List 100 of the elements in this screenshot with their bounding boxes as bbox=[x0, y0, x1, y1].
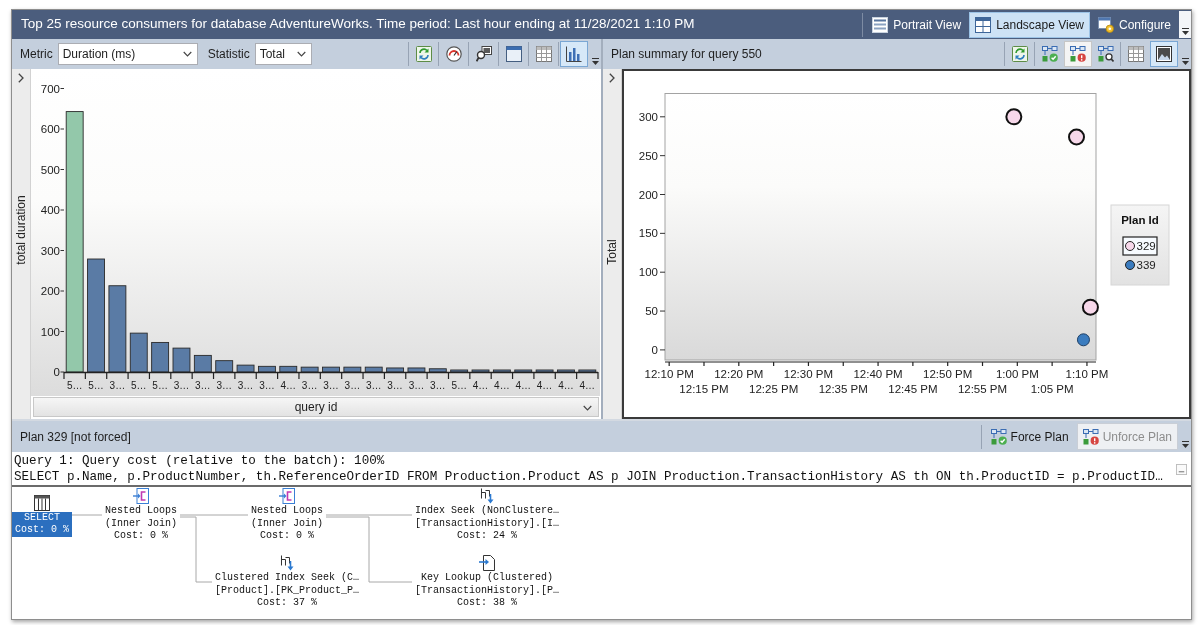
y-tick-label: 200 bbox=[40, 285, 60, 297]
bar[interactable] bbox=[407, 367, 426, 373]
bar-chart-icon bbox=[566, 46, 582, 62]
x-tick-label: 5… bbox=[88, 380, 104, 391]
bar[interactable] bbox=[428, 368, 447, 373]
bar[interactable] bbox=[535, 369, 554, 373]
x-tick-label: 1:00 PM bbox=[995, 368, 1039, 380]
chart-view-button[interactable] bbox=[1150, 41, 1178, 67]
y-tick-label: 300 bbox=[638, 110, 658, 123]
bar[interactable] bbox=[279, 365, 298, 373]
y-tick-label: 100 bbox=[638, 266, 658, 279]
diagram-alert-icon bbox=[1082, 428, 1099, 445]
bar[interactable] bbox=[492, 369, 511, 373]
x-tick-label: 3… bbox=[430, 380, 446, 391]
x-tick-label: 4… bbox=[280, 380, 297, 391]
operator-label[interactable]: Nested Loops (Inner Join) Cost: 0 % bbox=[248, 505, 326, 543]
data-point[interactable] bbox=[1068, 128, 1085, 146]
bar[interactable] bbox=[578, 369, 597, 373]
operator-label[interactable]: Clustered Index Seek (C… [Product].[PK_Product_P… Cost: 37 % bbox=[212, 572, 362, 610]
query-cost-text: Query 1: Query cost (relative to the batch): 100% bbox=[14, 453, 385, 469]
bar[interactable] bbox=[514, 369, 533, 373]
x-tick-label: 5… bbox=[451, 380, 467, 391]
portrait-view-button[interactable]: Portrait View bbox=[866, 11, 968, 38]
operator-label[interactable]: Nested Loops (Inner Join) Cost: 0 % bbox=[102, 505, 180, 543]
connector-line bbox=[71, 514, 103, 516]
overflow-button[interactable] bbox=[1179, 11, 1191, 38]
bar[interactable] bbox=[322, 366, 340, 373]
x-tick-label: 1:05 PM bbox=[1030, 383, 1074, 395]
bar[interactable] bbox=[258, 365, 276, 373]
bar[interactable] bbox=[172, 347, 191, 373]
legend-item[interactable]: 339 bbox=[1125, 259, 1156, 271]
table-icon bbox=[34, 494, 50, 511]
chevron-down-icon bbox=[583, 405, 592, 411]
x-axis-dropdown[interactable]: query id bbox=[33, 397, 599, 417]
configure-button[interactable]: Configure bbox=[1091, 11, 1177, 38]
pane-title: Plan summary for query 550 bbox=[611, 46, 762, 63]
plan-title: Plan 329 [not forced] bbox=[20, 428, 131, 446]
bar[interactable] bbox=[471, 369, 490, 373]
legend-label: 329 bbox=[1136, 240, 1156, 252]
y-tick-label: 250 bbox=[638, 149, 658, 162]
x-tick-label: 5… bbox=[66, 380, 83, 391]
x-tick-label: 12:50 PM bbox=[923, 368, 973, 380]
bar[interactable] bbox=[193, 354, 212, 373]
force-plan-button[interactable]: Force Plan bbox=[984, 423, 1075, 450]
refresh-icon bbox=[416, 46, 432, 62]
chevron-right-icon[interactable] bbox=[609, 73, 615, 83]
operator-label[interactable]: Key Lookup (Clustered) [TransactionHistory].[P… Cost: 38 % bbox=[412, 572, 562, 610]
legend-title: Plan Id bbox=[1121, 214, 1159, 226]
x-tick-label: 3… bbox=[173, 380, 190, 391]
data-point[interactable] bbox=[1081, 298, 1099, 316]
bar[interactable] bbox=[215, 360, 234, 373]
y-tick-label: 500 bbox=[40, 163, 60, 176]
bar[interactable] bbox=[300, 366, 319, 373]
chevron-down-icon bbox=[296, 51, 306, 57]
picture-icon bbox=[1156, 46, 1172, 62]
dropdown[interactable]: Duration (ms) bbox=[57, 43, 198, 65]
diagram-alert-icon bbox=[1070, 46, 1086, 62]
bar[interactable] bbox=[364, 366, 383, 373]
dropdown[interactable]: Total bbox=[254, 43, 312, 65]
bar[interactable] bbox=[151, 342, 170, 373]
x-tick-label: 12:25 PM bbox=[749, 383, 799, 395]
y-axis-label: total duration bbox=[13, 195, 29, 265]
sql-statement: SELECT p.Name, p.ProductNumber, th.ReferenceOrderID FROM Production.Product AS p JOIN Production.TransactionHistory AS th ON th.ProductID = p.ProductID… bbox=[14, 469, 1163, 485]
x-tick-label: 3… bbox=[216, 380, 232, 391]
x-tick-label: 4… bbox=[494, 380, 510, 391]
legend-label: 339 bbox=[1136, 259, 1156, 271]
diagram-magnifier-icon bbox=[1098, 46, 1114, 62]
x-tick-label: 3… bbox=[365, 380, 382, 391]
chevron-right-icon[interactable] bbox=[18, 73, 24, 83]
chart-view-button[interactable] bbox=[560, 41, 588, 67]
landscape-view-button[interactable]: Landscape View bbox=[969, 11, 1090, 38]
operator-label[interactable]: Index Seek (NonClustere… [TransactionHistory].[I… Cost: 24 % bbox=[412, 505, 562, 543]
y-tick-label: 300 bbox=[40, 244, 60, 257]
y-tick-label: 600 bbox=[40, 123, 60, 135]
branch-arrow-icon bbox=[279, 555, 295, 572]
operator-label[interactable]: SELECT Cost: 0 % bbox=[12, 511, 72, 537]
collapse-icon[interactable] bbox=[1176, 464, 1187, 475]
data-point[interactable] bbox=[1076, 333, 1090, 347]
bar[interactable] bbox=[450, 369, 469, 373]
grid-icon bbox=[1128, 46, 1144, 62]
x-tick-label: 12:30 PM bbox=[783, 368, 834, 380]
y-tick-label: 200 bbox=[638, 188, 658, 201]
y-tick-label: 0 bbox=[53, 366, 60, 378]
legend-item[interactable]: 329 bbox=[1122, 236, 1158, 256]
x-tick-label: 5… bbox=[131, 380, 147, 391]
bar[interactable] bbox=[236, 364, 255, 373]
x-tick-label: 3… bbox=[237, 380, 254, 391]
gauge-icon bbox=[446, 46, 462, 62]
diagram-check-icon bbox=[1042, 46, 1058, 62]
x-tick-label: 12:10 PM bbox=[644, 368, 694, 380]
rows-layout-icon bbox=[872, 16, 889, 33]
overflow-icon bbox=[1181, 58, 1189, 65]
diagram-check-icon bbox=[990, 428, 1007, 445]
overflow-icon bbox=[1181, 440, 1189, 448]
bar[interactable] bbox=[343, 366, 362, 373]
data-point[interactable] bbox=[1005, 108, 1023, 126]
x-tick-label: 4… bbox=[536, 380, 553, 391]
x-tick-label: 12:40 PM bbox=[853, 368, 903, 380]
bar[interactable] bbox=[129, 332, 148, 373]
x-tick-label: 3… bbox=[387, 380, 403, 391]
